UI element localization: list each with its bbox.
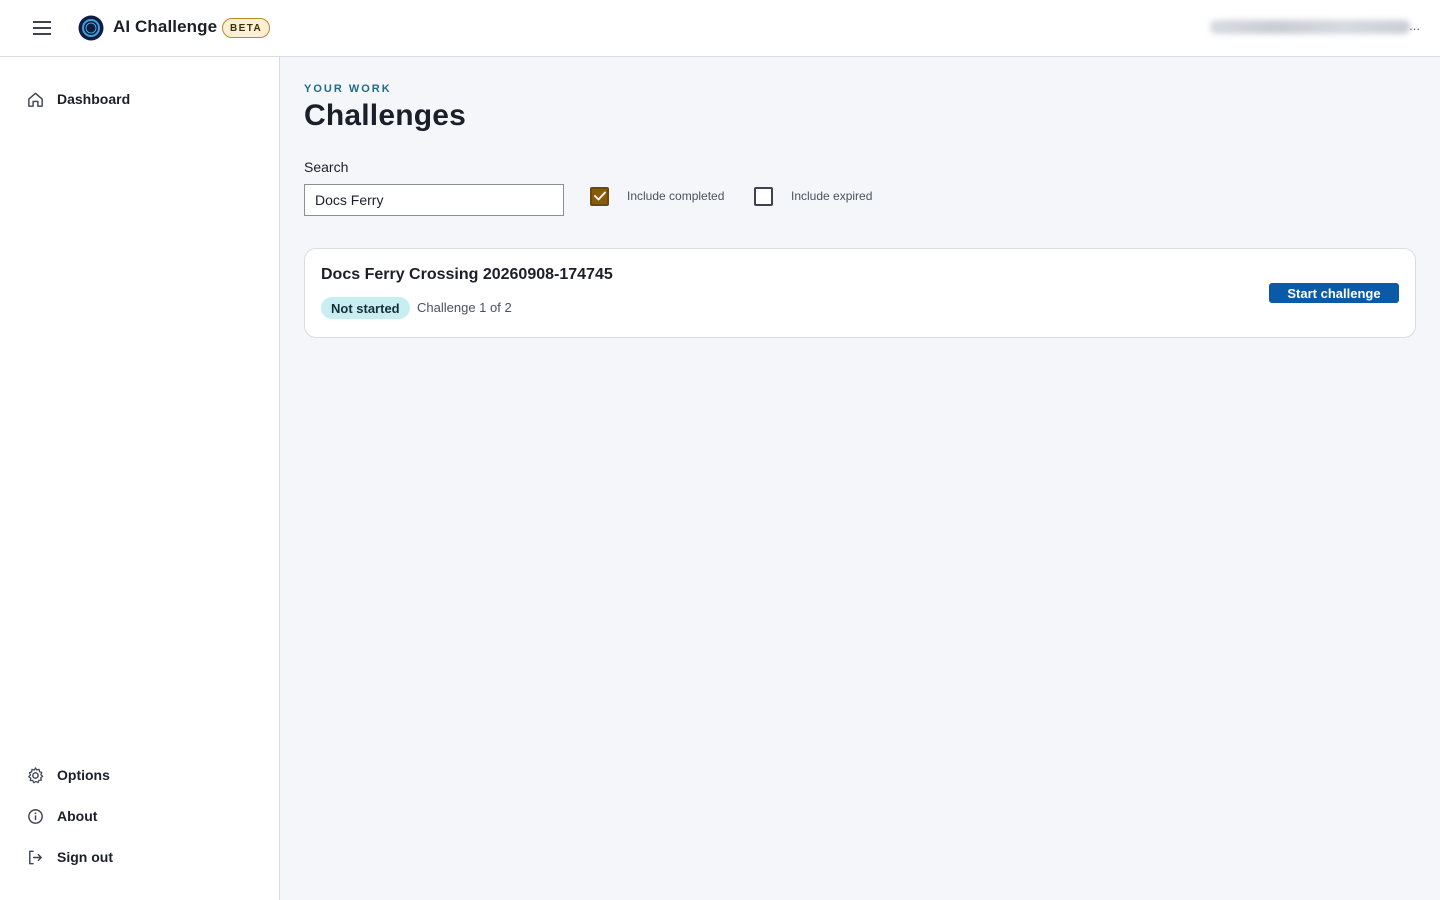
challenge-card: Docs Ferry Crossing 20260908-174745 Not … [304, 248, 1416, 338]
info-icon [28, 808, 43, 824]
home-icon [28, 92, 43, 107]
sidebar-item-label: Options [57, 767, 110, 783]
checkbox-box[interactable] [754, 186, 773, 206]
gear-icon [28, 766, 44, 783]
main-content: YOUR WORK Challenges Search Include comp… [280, 57, 1440, 900]
hamburger-icon [33, 21, 51, 35]
user-account-name-redacted[interactable] [1210, 20, 1410, 34]
checkbox-box[interactable] [590, 186, 609, 206]
search-label: Search [304, 159, 349, 175]
include-completed-checkbox[interactable]: Include completed [590, 186, 725, 206]
include-completed-label: Include completed [627, 189, 725, 203]
challenge-progress: Challenge 1 of 2 [417, 300, 512, 315]
user-account-ellipsis: ... [1409, 18, 1420, 33]
top-header: AI Challenge BETA ... [0, 0, 1440, 57]
challenge-title: Docs Ferry Crossing 20260908-174745 [321, 266, 613, 283]
sidebar-item-label: Sign out [57, 849, 113, 865]
sidebar-item-about[interactable]: About [26, 804, 97, 828]
sidebar-item-label: Dashboard [57, 91, 131, 107]
sign-out-icon [29, 850, 42, 864]
sidebar-item-options[interactable]: Options [26, 763, 110, 787]
start-challenge-button[interactable]: Start challenge [1269, 283, 1399, 303]
include-expired-label: Include expired [791, 189, 873, 203]
status-badge: Not started [321, 297, 410, 319]
app-title: AI Challenge [113, 17, 218, 36]
sidebar: Dashboard Options About Sign out [0, 57, 280, 900]
checkmark-icon [593, 191, 606, 201]
page-title: Challenges [304, 99, 467, 132]
menu-toggle-button[interactable] [24, 14, 60, 42]
search-input[interactable] [304, 184, 564, 216]
sidebar-item-sign-out[interactable]: Sign out [26, 845, 113, 869]
sidebar-item-label: About [57, 808, 98, 824]
include-expired-checkbox[interactable]: Include expired [754, 186, 873, 206]
app-logo-icon [78, 15, 104, 41]
section-eyebrow: YOUR WORK [304, 83, 392, 95]
sidebar-item-dashboard[interactable]: Dashboard [26, 87, 130, 111]
beta-badge: BETA [222, 18, 271, 38]
